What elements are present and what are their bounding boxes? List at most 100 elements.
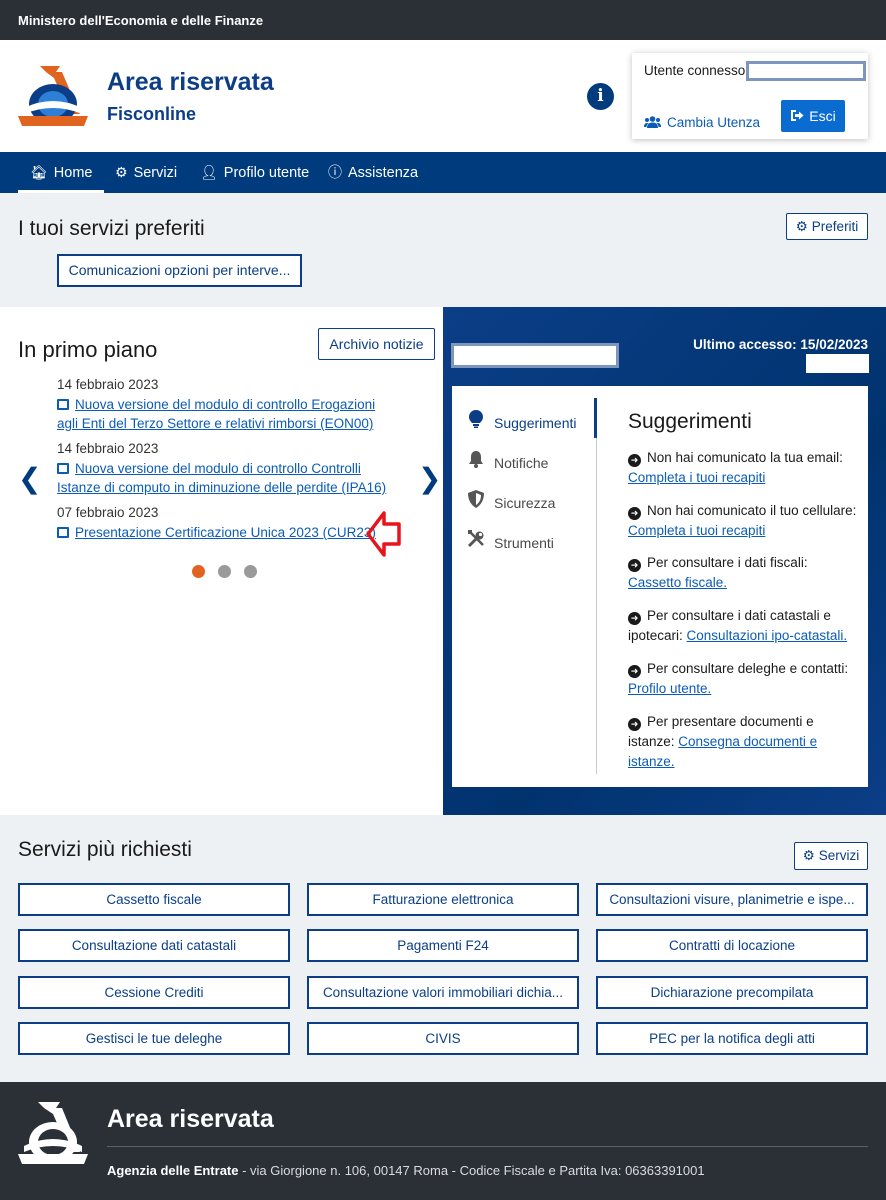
carousel-dot[interactable]	[218, 565, 231, 578]
tip-item: ➜ Per consultare deleghe e contatti: Prof…	[628, 659, 860, 699]
news-link-text: Presentazione Certificazione Unica 2023 …	[75, 525, 376, 540]
service-button[interactable]: CIVIS	[307, 1022, 579, 1055]
user-label: Utente connesso:	[644, 63, 750, 78]
news-date: 14 febbraio 2023	[57, 441, 159, 456]
tip-link[interactable]: Cassetto fiscale.	[628, 575, 727, 590]
news-date: 07 febbraio 2023	[57, 505, 159, 520]
home-icon: 🏠︎	[30, 164, 48, 180]
nav-item-servizi[interactable]: ⚙ Servizi	[115, 152, 177, 193]
tab-sicurezza[interactable]: Sicurezza	[466, 490, 555, 513]
footer-agency: Agenzia delle Entrate	[107, 1163, 239, 1178]
carousel-next-icon[interactable]: ❯	[418, 462, 441, 495]
nav-item-profilo[interactable]: 👤︎ Profilo utente	[200, 152, 309, 193]
tip-item: ➜ Per presentare documenti e istanze: Con…	[628, 712, 860, 772]
service-button[interactable]: Cassetto fiscale	[18, 883, 290, 916]
services-button-label: Servizi	[818, 848, 860, 863]
tab-label: Notifiche	[494, 455, 549, 471]
header: Area riservata Fisconline i Utente conne…	[0, 40, 886, 152]
agenzia-entrate-logo-icon[interactable]	[16, 64, 90, 128]
carousel-dots	[192, 565, 270, 583]
service-button[interactable]: PEC per la notifica degli atti	[596, 1022, 868, 1055]
service-button[interactable]: Dichiarazione precompilata	[596, 976, 868, 1009]
cogs-icon: ⚙	[802, 848, 815, 863]
services-title: Servizi più richiesti	[18, 838, 192, 861]
services-button[interactable]: ⚙ Servizi	[794, 842, 868, 870]
tip-text: Per consultare deleghe e contatti:	[647, 661, 849, 676]
brand-title: Area riservata	[107, 68, 274, 96]
arrow-circle-right-icon: ➜	[628, 718, 641, 731]
gear-icon: ⚙	[795, 219, 808, 234]
tab-label: Strumenti	[494, 535, 554, 551]
main-nav: 🏠︎ Home ⚙ Servizi 👤︎ Profilo utente ⓘ Assist…	[0, 152, 886, 193]
nav-item-assistenza[interactable]: ⓘ Assistenza	[328, 152, 418, 193]
ministry-bar: Ministero dell'Economia e delle Finanze	[0, 0, 886, 40]
arrow-circle-right-icon: ➜	[628, 612, 641, 625]
user-box: Utente connesso: Cambia Utenza Esci	[632, 53, 868, 139]
news-link[interactable]: Nuova versione del modulo di controllo C…	[57, 459, 387, 497]
document-icon	[57, 527, 69, 538]
cogs-icon: ⚙	[115, 164, 128, 180]
service-button[interactable]: Cessione Crediti	[18, 976, 290, 1009]
news-link[interactable]: Presentazione Certificazione Unica 2023 …	[57, 523, 387, 542]
service-button[interactable]: Gestisci le tue deleghe	[18, 1022, 290, 1055]
service-button[interactable]: Fatturazione elettronica	[307, 883, 579, 916]
masked-access-time	[806, 354, 869, 373]
agenzia-entrate-logo-icon	[18, 1102, 88, 1164]
news-title: In primo piano	[18, 337, 158, 362]
users-icon	[644, 116, 661, 128]
tip-item: ➜ Non hai comunicato la tua email: Comple…	[628, 448, 860, 488]
service-button[interactable]: Consultazione dati catastali	[18, 929, 290, 962]
news-archive-button[interactable]: Archivio notizie	[318, 328, 435, 360]
news-link-text: Nuova versione del modulo di controllo C…	[57, 461, 387, 495]
info-icon[interactable]: i	[587, 83, 614, 110]
brand-subtitle: Fisconline	[107, 104, 197, 124]
switch-user-link[interactable]: Cambia Utenza	[644, 115, 760, 130]
news-item: 14 febbraio 2023 Nuova versione del modu…	[57, 441, 387, 497]
tab-notifiche[interactable]: Notifiche	[466, 450, 548, 473]
tip-item: ➜ Per consultare i dati fiscali: Cassetto…	[628, 553, 860, 593]
tip-item: ➜ Non hai comunicato il tuo cellulare: Co…	[628, 501, 860, 541]
arrow-circle-right-icon: ➜	[628, 507, 641, 520]
tip-link[interactable]: Completa i tuoi recapiti	[628, 470, 765, 485]
shield-icon	[466, 490, 486, 513]
carousel-dot[interactable]	[244, 565, 257, 578]
tip-link[interactable]: Completa i tuoi recapiti	[628, 523, 765, 538]
footer-divider	[107, 1146, 868, 1147]
service-button[interactable]: Consultazioni visure, planimetrie e ispe…	[596, 883, 868, 916]
carousel-prev-icon[interactable]: ❮	[18, 462, 41, 495]
logout-button[interactable]: Esci	[781, 100, 845, 132]
arrow-circle-right-icon: ➜	[628, 454, 641, 467]
account-panel: Ultimo accesso: 15/02/2023 Suggerimenti …	[443, 307, 886, 815]
favorites-title: I tuoi servizi preferiti	[18, 217, 205, 240]
top-services-section: Servizi più richiesti ⚙ Servizi Cassetto …	[0, 815, 886, 1082]
service-button[interactable]: Consultazione valori immobiliari dichia.…	[307, 976, 579, 1009]
tab-strumenti[interactable]: Strumenti	[466, 530, 554, 553]
favorite-item[interactable]: Comunicazioni opzioni per interve...	[57, 254, 302, 287]
footer-address: Agenzia delle Entrate - via Giorgione n.…	[107, 1163, 705, 1178]
document-icon	[57, 463, 69, 474]
tip-text: Non hai comunicato il tuo cellulare:	[647, 503, 857, 518]
tab-label: Suggerimenti	[494, 415, 577, 431]
tools-icon	[466, 530, 486, 553]
nav-profilo-label: Profilo utente	[223, 165, 310, 181]
tip-link[interactable]: Consultazioni ipo-catastali.	[687, 628, 848, 643]
news-section: In primo piano Archivio notizie 14 febbr…	[0, 307, 443, 815]
nav-item-home[interactable]: 🏠︎ Home	[18, 152, 105, 193]
news-item: 14 febbraio 2023 Nuova versione del modu…	[57, 377, 387, 433]
tab-suggerimenti[interactable]: Suggerimenti	[466, 410, 577, 433]
masked-user-name	[451, 343, 619, 368]
service-button[interactable]: Contratti di locazione	[596, 929, 868, 962]
carousel-dot[interactable]	[192, 565, 205, 578]
tip-text: Per consultare i dati fiscali:	[647, 555, 808, 570]
news-link[interactable]: Nuova versione del modulo di controllo E…	[57, 395, 387, 433]
favorites-button[interactable]: ⚙ Preferiti	[786, 213, 868, 240]
tip-link[interactable]: Profilo utente.	[628, 681, 711, 696]
arrow-circle-right-icon: ➜	[628, 665, 641, 678]
footer-address-text: - via Giorgione n. 106, 00147 Roma - Cod…	[238, 1163, 705, 1178]
lightbulb-icon	[466, 410, 486, 433]
footer: Area riservata Agenzia delle Entrate - v…	[0, 1082, 886, 1200]
nav-home-label: Home	[53, 165, 93, 181]
service-button[interactable]: Pagamenti F24	[307, 929, 579, 962]
document-icon	[57, 399, 69, 410]
tips-title: Suggerimenti	[628, 410, 752, 433]
